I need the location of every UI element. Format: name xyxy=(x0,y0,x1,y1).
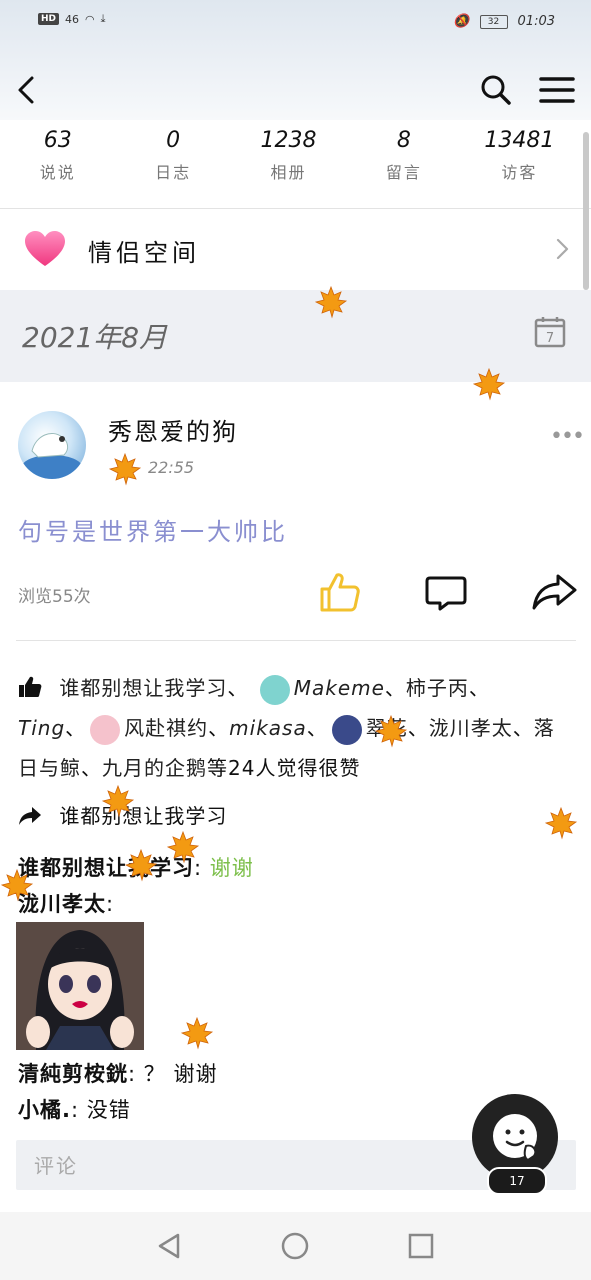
comment-author[interactable]: 小橘. xyxy=(18,1098,71,1122)
stat-label: 相册 xyxy=(270,163,307,182)
comment-text: 没错 xyxy=(86,1098,131,1122)
user-avatar xyxy=(259,674,290,705)
comment-sticker-image[interactable] xyxy=(16,922,144,1050)
like-user[interactable]: 泷川孝太 xyxy=(429,716,513,740)
stat-label: 日志 xyxy=(155,163,192,182)
comment-author[interactable]: 清純剪桉銧 xyxy=(18,1062,128,1086)
separator: 、 xyxy=(208,716,230,740)
status-left: HD 46 ◠ ⤓ xyxy=(38,12,106,26)
like-user[interactable]: mikasa xyxy=(229,716,307,740)
stat-label: 访客 xyxy=(501,163,538,182)
clock: 01:03 xyxy=(517,14,555,29)
stat-visitors[interactable]: 13481 访客 xyxy=(462,120,577,208)
calendar-day: 7 xyxy=(546,331,554,346)
separator: 、 xyxy=(384,676,406,700)
like-user[interactable]: 柿子丙 xyxy=(406,676,469,700)
separator: 、 xyxy=(65,716,87,740)
stat-journal[interactable]: 0 日志 xyxy=(115,120,230,208)
separator: : xyxy=(106,892,115,916)
stat-moments[interactable]: 63 说说 xyxy=(0,120,115,208)
menu-icon[interactable] xyxy=(538,72,576,108)
scrollbar[interactable] xyxy=(583,132,589,290)
signal-icon: 46 xyxy=(65,12,80,26)
comment-icon[interactable] xyxy=(424,574,468,612)
chevron-right-icon xyxy=(556,238,569,260)
avatar[interactable] xyxy=(18,411,86,479)
likes-summary: 等24人觉得很赞 xyxy=(207,756,361,780)
maple-leaf-icon xyxy=(166,830,200,864)
user-avatar xyxy=(90,714,121,745)
separator: 、 xyxy=(468,676,490,700)
status-right: 🔕 32 01:03 xyxy=(453,14,555,29)
comment-text: ？ 谢谢 xyxy=(143,1062,218,1086)
stats-row: 63 说说 0 日志 1238 相册 8 留言 13481 访客 xyxy=(0,120,577,208)
maple-leaf-icon xyxy=(472,367,506,401)
divider xyxy=(16,640,576,641)
comment-item[interactable]: 清純剪桉銧: ？ 谢谢 xyxy=(18,1058,217,1088)
share-small-icon xyxy=(19,807,41,825)
separator: : xyxy=(70,1098,80,1122)
download-icon: ⤓ xyxy=(100,12,106,25)
hd-badge: HD xyxy=(38,13,60,25)
maple-leaf-icon xyxy=(314,285,348,319)
comment-placeholder: 评论 xyxy=(34,1154,78,1178)
stat-value: 8 xyxy=(396,128,411,153)
wifi-icon: ◠ xyxy=(85,12,95,26)
view-count: 浏览55次 xyxy=(18,587,91,607)
like-user[interactable]: Ting xyxy=(18,716,65,740)
likes-list: 谁都别想让我学习、 Makeme、柿子丙、 Ting、风赴祺约、mikasa、翠… xyxy=(18,668,558,788)
nav-home-icon[interactable] xyxy=(281,1232,309,1260)
stat-label: 留言 xyxy=(385,163,422,182)
anime-girl-image xyxy=(16,922,144,1050)
separator: 、 xyxy=(227,676,249,700)
separator: 、 xyxy=(306,716,328,740)
thumbs-up-icon[interactable] xyxy=(318,570,362,614)
post-username[interactable]: 秀恩爱的狗 xyxy=(108,412,238,447)
maple-leaf-icon xyxy=(544,806,578,840)
search-icon[interactable] xyxy=(478,72,514,108)
calendar-icon[interactable]: 7 xyxy=(534,316,566,348)
couple-space-label: 情侣空间 xyxy=(88,239,200,267)
post-text: 句号是世界第一大帅比 xyxy=(18,518,288,546)
stat-value: 0 xyxy=(166,128,181,153)
maple-leaf-icon xyxy=(180,1016,214,1050)
like-user[interactable]: Makeme xyxy=(294,676,385,700)
share-icon[interactable] xyxy=(530,572,578,612)
user-avatar xyxy=(331,714,362,745)
like-user[interactable]: 风赴祺约 xyxy=(124,716,208,740)
post-time: 22:55 xyxy=(148,458,195,477)
mute-bell-icon: 🔕 xyxy=(453,14,470,29)
separator: : xyxy=(128,1062,137,1086)
maple-leaf-icon xyxy=(108,452,142,486)
nav-recents-icon[interactable] xyxy=(407,1232,435,1260)
like-small-icon xyxy=(19,676,42,697)
maple-leaf-icon xyxy=(0,868,34,902)
separator: 、 xyxy=(81,756,102,780)
comment-item[interactable]: 小橘.: 没错 xyxy=(18,1094,131,1124)
avatar-image xyxy=(22,433,82,479)
maple-leaf-icon xyxy=(124,848,158,882)
maple-leaf-icon xyxy=(101,784,135,818)
floating-badge: 17 xyxy=(487,1167,547,1195)
separator: 、 xyxy=(407,716,429,740)
comment-text: 谢谢 xyxy=(209,856,254,880)
battery-icon: 32 xyxy=(479,14,508,29)
month-label: 2021年8月 xyxy=(22,321,168,354)
stat-value: 13481 xyxy=(484,128,555,153)
separator: 、 xyxy=(512,716,534,740)
stat-label: 说说 xyxy=(39,163,76,182)
stat-value: 63 xyxy=(43,128,72,153)
heart-icon xyxy=(25,231,65,266)
stat-albums[interactable]: 1238 相册 xyxy=(231,120,346,208)
more-options-icon[interactable]: ••• xyxy=(550,424,585,449)
share-user[interactable]: 谁都别想让我学习 xyxy=(59,804,227,828)
back-icon[interactable] xyxy=(12,72,42,108)
like-user[interactable]: 九月的企鹅 xyxy=(102,756,207,780)
like-user[interactable]: 谁都别想让我学习 xyxy=(59,676,227,700)
stat-value: 1238 xyxy=(260,128,317,153)
maple-leaf-icon xyxy=(374,714,408,748)
stat-messages[interactable]: 8 留言 xyxy=(346,120,461,208)
nav-back-icon[interactable] xyxy=(156,1232,182,1260)
